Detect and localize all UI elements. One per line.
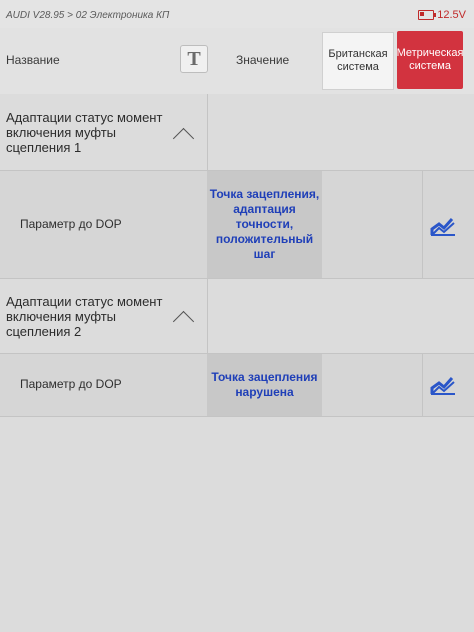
text-size-button[interactable]: T [180,45,208,73]
table-row: Параметр до DOP Точка зацепления нарушен… [0,354,474,417]
param-value: Точка зацепления, адаптация точности, по… [207,171,322,278]
table-row: Параметр до DOP Точка зацепления, адапта… [0,171,474,279]
battery-icon [418,10,437,20]
breadcrumb: AUDI V28.95 > 02 Электроника КП [6,10,170,21]
group-title: Адаптации статус момент включения муфты … [6,294,163,339]
param-value: Точка зацепления нарушена [207,354,322,416]
param-label: Параметр до DOP [20,217,122,231]
battery-indicator: 12.5V [418,9,466,21]
divider [422,354,423,416]
value-column-header: Значение [236,53,290,67]
line-chart-icon [430,377,455,395]
metric-units-button[interactable]: Метрическая система [397,31,463,89]
graph-button[interactable] [424,370,462,400]
group-row[interactable]: Адаптации статус момент включения муфты … [0,279,474,354]
british-units-button[interactable]: Британская система [322,32,394,90]
table-header: Название T Значение Британская система М… [0,28,474,95]
graph-button[interactable] [424,211,462,241]
divider [207,279,208,353]
line-chart-icon [430,218,455,236]
text-icon: T [187,47,201,70]
battery-voltage: 12.5V [437,9,466,21]
group-row[interactable]: Адаптации статус момент включения муфты … [0,94,474,171]
divider [422,171,423,278]
status-bar: AUDI V28.95 > 02 Электроника КП 12.5V [0,0,474,29]
name-column-header: Название [6,53,60,67]
divider [207,94,208,170]
param-label: Параметр до DOP [20,377,122,391]
group-title: Адаптации статус момент включения муфты … [6,110,163,155]
empty-area [0,417,474,632]
